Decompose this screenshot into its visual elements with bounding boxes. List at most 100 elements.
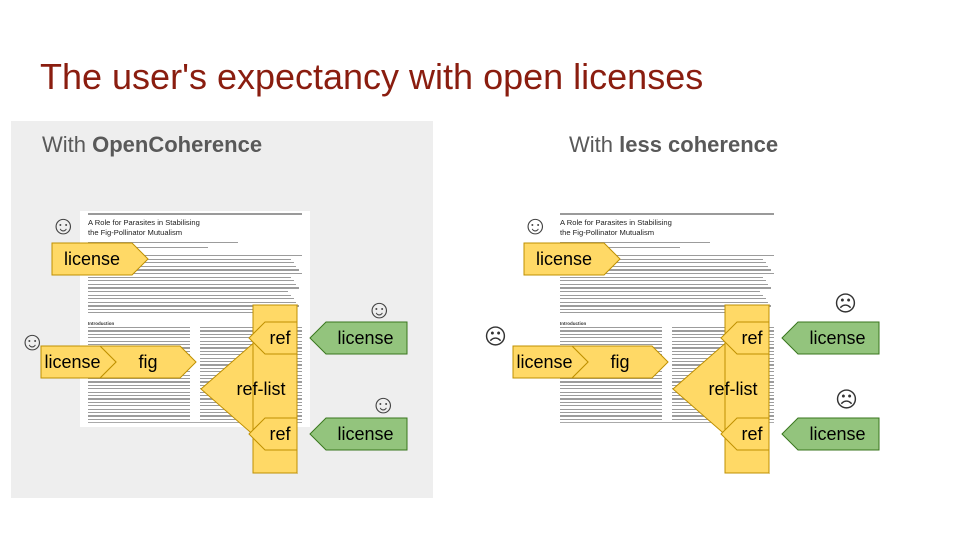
text-line <box>560 381 662 383</box>
text-line <box>88 412 190 414</box>
text-line <box>560 401 662 403</box>
text-line <box>560 418 662 420</box>
fig-label: fig <box>610 351 630 372</box>
text-line <box>560 408 662 410</box>
text-line <box>560 405 662 407</box>
right-panel-heading: With less coherence <box>569 132 778 158</box>
ref-label: ref <box>741 423 763 444</box>
text-line <box>88 344 190 346</box>
text-line <box>88 283 297 285</box>
license-tag-article: license <box>51 242 149 276</box>
text-line <box>88 408 190 410</box>
text-line <box>88 405 190 407</box>
text-line <box>560 415 662 417</box>
happy-face-icon: ☺ <box>50 210 77 240</box>
text-line <box>560 294 763 296</box>
article-title-line: the Fig-Pollinator Mutualism <box>560 228 655 237</box>
license-label: license <box>63 248 121 269</box>
article-title-line: the Fig-Pollinator Mutualism <box>88 228 183 237</box>
fig-label: fig <box>138 351 158 372</box>
text-line <box>88 398 190 400</box>
text-line <box>88 381 190 383</box>
text-line <box>560 337 662 339</box>
article-section-heading: Introduction <box>560 321 587 326</box>
license-label: license <box>516 351 573 372</box>
text-line <box>88 291 288 293</box>
text-line <box>560 391 662 393</box>
text-line <box>560 388 662 390</box>
license-label: license <box>44 351 101 372</box>
ref-label: ref <box>269 327 291 348</box>
article-title-line: A Role for Parasites in Stabilising <box>560 218 672 227</box>
article-section-heading: Introduction <box>88 321 115 326</box>
license-tag-ref-top: license <box>309 321 408 355</box>
text-line <box>560 398 662 400</box>
happy-face-icon: ☺ <box>366 294 393 324</box>
text-line <box>88 384 190 386</box>
license-label: license <box>337 423 394 444</box>
license-tag-fig: license <box>512 345 589 379</box>
ref-tag-bottom: ref <box>248 417 298 451</box>
text-line <box>560 395 662 397</box>
text-line <box>88 298 294 300</box>
sad-face-icon: ☹ <box>835 387 858 412</box>
ref-tag-top: ref <box>248 321 298 355</box>
text-line <box>88 294 291 296</box>
left-panel-heading: With OpenCoherence <box>42 132 262 158</box>
text-line <box>560 412 662 414</box>
text-line <box>560 283 769 285</box>
license-tag-fig: license <box>40 345 117 379</box>
license-tag-article: license <box>523 242 621 276</box>
text-line <box>88 280 294 282</box>
ref-tag-top: ref <box>720 321 770 355</box>
text-line <box>560 340 662 342</box>
happy-face-icon: ☺ <box>19 326 46 356</box>
text-line <box>560 327 662 329</box>
happy-face-icon: ☺ <box>370 389 397 419</box>
text-line <box>560 287 772 289</box>
text-line <box>88 337 190 339</box>
text-line <box>88 287 300 289</box>
text-line <box>88 330 190 332</box>
sad-face-icon: ☹ <box>834 291 857 316</box>
heading-bold: less coherence <box>619 132 779 157</box>
text-line <box>88 401 190 403</box>
text-line <box>88 333 190 335</box>
heading-prefix: With <box>42 132 93 157</box>
article-title: A Role for Parasites in Stabilising the … <box>560 218 672 238</box>
article-header-bar <box>88 213 302 215</box>
text-line <box>560 276 763 278</box>
heading-bold: OpenCoherence <box>92 132 263 157</box>
text-line <box>88 395 190 397</box>
heading-prefix: With <box>569 132 620 157</box>
text-line <box>560 301 769 303</box>
happy-face-icon: ☺ <box>522 210 549 240</box>
text-line <box>88 391 190 393</box>
slide-title: The user's expectancy with open licenses <box>40 56 704 97</box>
text-line <box>88 418 190 420</box>
sad-face-icon: ☹ <box>484 324 507 349</box>
text-line <box>88 276 291 278</box>
article-title-line: A Role for Parasites in Stabilising <box>88 218 200 227</box>
text-line <box>560 280 766 282</box>
text-line <box>560 291 760 293</box>
text-line <box>88 388 190 390</box>
license-label: license <box>809 423 866 444</box>
text-line <box>560 330 662 332</box>
license-tag-ref-bottom: license <box>309 417 408 451</box>
text-line <box>88 415 190 417</box>
ref-tag-bottom: ref <box>720 417 770 451</box>
license-tag-ref-bottom: license <box>781 417 880 451</box>
article-header-bar <box>560 213 774 215</box>
text-line <box>560 384 662 386</box>
license-label: license <box>809 327 866 348</box>
license-label: license <box>535 248 593 269</box>
license-label: license <box>337 327 394 348</box>
text-line <box>560 344 662 346</box>
ref-label: ref <box>269 423 291 444</box>
text-line <box>88 340 190 342</box>
text-line <box>88 327 190 329</box>
text-line <box>88 301 297 303</box>
license-tag-ref-top: license <box>781 321 880 355</box>
article-title: A Role for Parasites in Stabilising the … <box>88 218 200 238</box>
